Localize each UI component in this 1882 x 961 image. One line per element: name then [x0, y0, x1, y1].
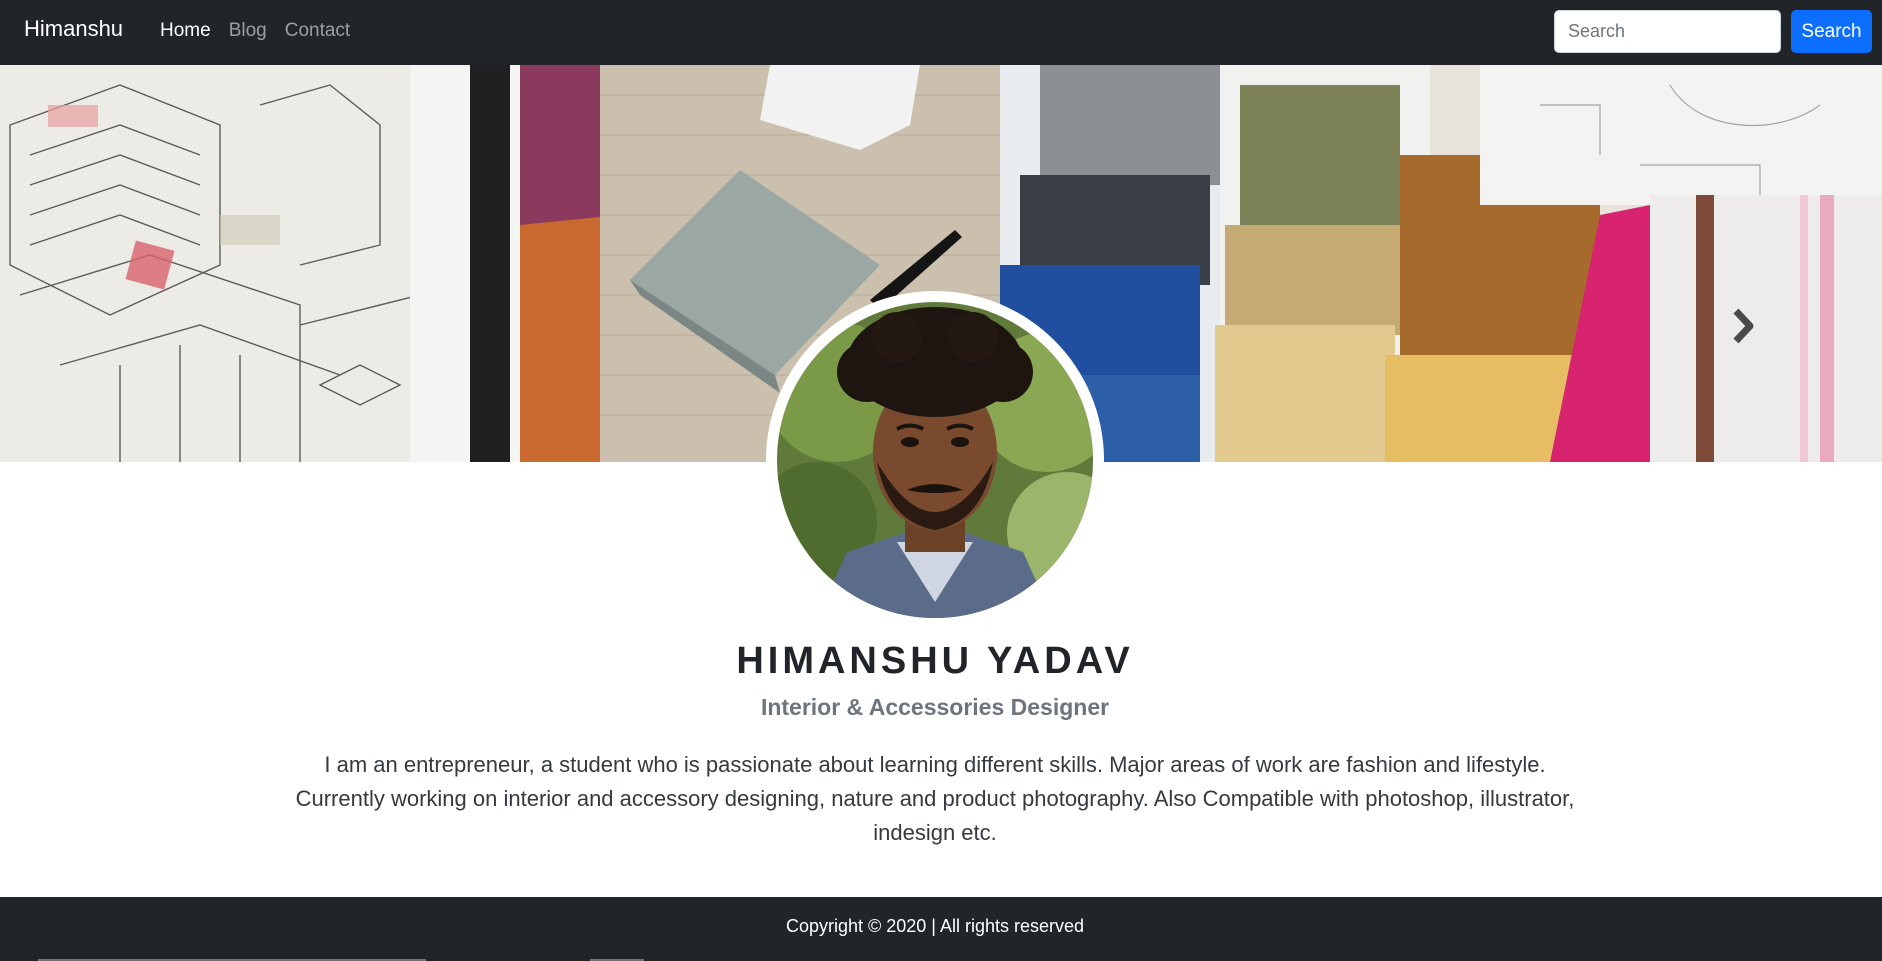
nav-link-contact[interactable]: Contact: [285, 20, 350, 42]
footer-copyright: Copyright © 2020 | All rights reserved: [785, 916, 1085, 936]
profile-name: HIMANSHU YADAV: [736, 640, 1134, 682]
profile-avatar-frame: [766, 291, 1104, 629]
carousel-prev-icon[interactable]: [108, 303, 148, 349]
top-navbar: Himanshu Home Blog Contact Search: [0, 0, 1882, 65]
nav-link-blog[interactable]: Blog: [229, 20, 267, 42]
search-button[interactable]: Search: [1791, 10, 1872, 53]
search-input[interactable]: [1554, 10, 1781, 53]
nav-link-home[interactable]: Home: [160, 20, 211, 42]
profile-bio: I am an entrepreneur, a student who is p…: [295, 752, 1575, 845]
avatar: [777, 302, 1093, 618]
profile-photo: [777, 302, 1093, 618]
profile-role: Interior & Accessories Designer: [760, 694, 1110, 720]
search-form: Search: [1554, 10, 1872, 53]
brand-logo[interactable]: Himanshu: [24, 16, 123, 42]
page-footer: Copyright © 2020 | All rights reserved: [0, 897, 1882, 961]
carousel-next-icon[interactable]: [1724, 303, 1764, 349]
nav-links: Home Blog Contact: [160, 20, 350, 42]
